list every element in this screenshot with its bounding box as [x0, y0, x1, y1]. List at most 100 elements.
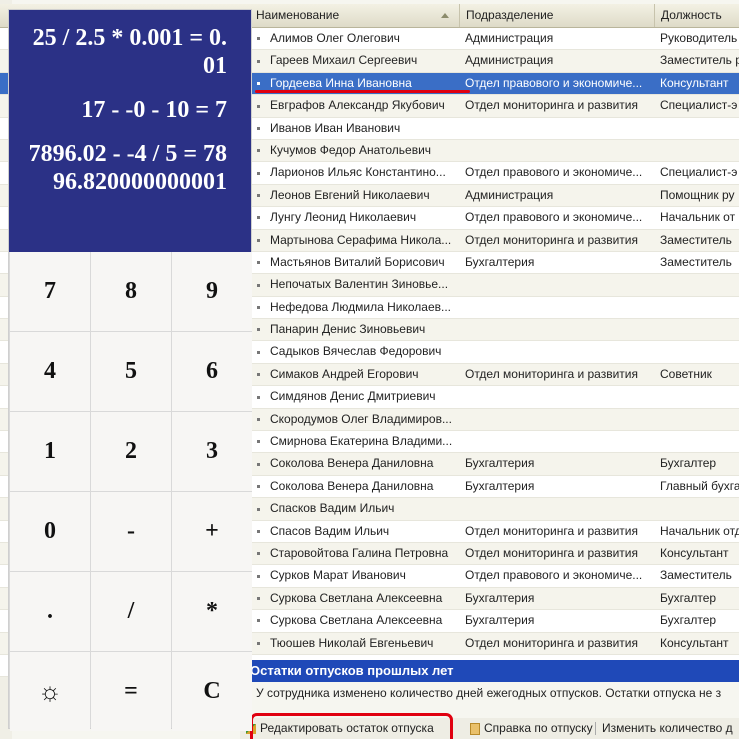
cell-department: Бухгалтерия — [465, 590, 535, 605]
cell-position: Специалист-э — [660, 98, 738, 113]
row-marker-icon — [251, 409, 265, 430]
key-multiply[interactable]: * — [172, 572, 252, 651]
row-marker-icon — [251, 252, 265, 273]
column-header-department-label: Подразделение — [466, 8, 554, 22]
cell-name: Симдянов Денис Дмитриевич — [270, 389, 436, 404]
cell-name: Старовойтова Галина Петровна — [270, 545, 449, 560]
cell-name: Спасков Вадим Ильич — [270, 501, 395, 516]
row-marker-icon — [251, 118, 265, 139]
key-0[interactable]: 0 — [10, 492, 90, 571]
cell-department — [465, 319, 653, 340]
cell-position — [660, 409, 739, 430]
key-plus[interactable]: + — [172, 492, 252, 571]
row-marker-icon — [251, 162, 265, 183]
key-minus[interactable]: - — [91, 492, 171, 571]
row-marker-icon — [251, 207, 265, 228]
change-days-button[interactable]: Изменить количество д — [602, 718, 733, 739]
row-marker-icon — [251, 230, 265, 251]
cell-department — [465, 274, 653, 295]
column-header-department[interactable]: Подразделение — [460, 4, 655, 27]
cell-position: Заместитель р — [660, 53, 739, 68]
column-header-name[interactable]: Наименование — [250, 4, 460, 27]
cell-department — [465, 431, 653, 452]
row-marker-icon — [251, 28, 265, 49]
cell-name: Спасов Вадим Ильич — [270, 523, 390, 538]
cell-name: Суркова Светлана Алексеевна — [270, 590, 443, 605]
cell-name: Соколова Венера Даниловна — [270, 478, 434, 493]
row-marker-icon — [251, 95, 265, 116]
cell-department: Бухгалтерия — [465, 478, 535, 493]
row-marker-icon — [251, 431, 265, 452]
key-6[interactable]: 6 — [172, 332, 252, 411]
cell-department: Бухгалтерия — [465, 456, 535, 471]
cell-department — [465, 409, 653, 430]
cell-name: Евграфов Александр Якубович — [270, 98, 445, 113]
cell-position — [660, 118, 739, 139]
row-marker-icon — [251, 565, 265, 586]
row-marker-icon — [251, 543, 265, 564]
cell-position: Заместитель — [660, 568, 732, 583]
cell-department — [465, 498, 653, 519]
cell-department: Отдел мониторинга и развития — [465, 366, 638, 381]
key-2[interactable]: 2 — [91, 412, 171, 491]
key-8[interactable]: 8 — [91, 252, 171, 331]
key-9[interactable]: 9 — [172, 252, 252, 331]
cell-position: Помощник ру — [660, 187, 735, 202]
cell-position — [660, 386, 739, 407]
cell-name: Кучумов Федор Анатольевич — [270, 142, 432, 157]
row-marker-icon — [251, 50, 265, 71]
cell-name: Панарин Денис Зиновьевич — [270, 322, 426, 337]
cell-position — [660, 431, 739, 452]
history-line: 25 / 2.5 * 0.001 = 0.01 — [32, 25, 227, 79]
column-header-position[interactable]: Должность — [655, 4, 739, 27]
cell-name: Алимов Олег Олегович — [270, 31, 400, 45]
row-marker-icon — [251, 185, 265, 206]
column-header-name-label: Наименование — [256, 8, 340, 22]
key-decimal-point[interactable]: . — [10, 572, 90, 651]
cell-name: Суркова Светлана Алексеевна — [270, 613, 443, 628]
cell-name: Тюошев Николай Евгеньевич — [270, 635, 434, 650]
sort-ascending-icon — [441, 13, 449, 18]
row-marker-icon — [251, 341, 265, 362]
cell-position: Консультант — [660, 75, 729, 90]
calculator-keypad: 7 8 9 4 5 6 1 2 3 0 - + . / * ☼ = C — [9, 252, 252, 731]
key-1[interactable]: 1 — [10, 412, 90, 491]
vacation-help-button[interactable]: Справка по отпуску — [470, 718, 593, 739]
cell-name: Садыков Вячеслав Федорович — [270, 344, 442, 359]
key-3[interactable]: 3 — [172, 412, 252, 491]
cell-position: Бухгалтер — [660, 456, 717, 471]
row-marker-icon — [251, 319, 265, 340]
key-divide[interactable]: / — [91, 572, 171, 651]
cell-name: Сурков Марат Иванович — [270, 568, 406, 583]
row-marker-icon — [251, 476, 265, 497]
key-clear[interactable]: C — [172, 652, 252, 731]
theme-toggle-sun-icon[interactable]: ☼ — [10, 652, 90, 731]
cell-department: Отдел мониторинга и развития — [465, 523, 638, 538]
cell-department: Администрация — [465, 31, 554, 45]
key-7[interactable]: 7 — [10, 252, 90, 331]
row-marker-icon — [251, 140, 265, 161]
cell-position — [660, 274, 739, 295]
cell-department — [465, 341, 653, 362]
cell-position: Специалист-э — [660, 165, 738, 180]
cell-position — [660, 319, 739, 340]
vacation-balance-panel-title: Остатки отпусков прошлых лет — [240, 660, 739, 682]
history-line: 17 - -0 - 10 = 7 — [81, 97, 227, 123]
cell-department — [465, 297, 653, 318]
cell-position: Начальник отд — [660, 523, 739, 538]
row-marker-icon — [251, 498, 265, 519]
row-marker-icon — [251, 386, 265, 407]
cell-department: Администрация — [465, 187, 554, 202]
key-4[interactable]: 4 — [10, 332, 90, 411]
cell-name: Гареев Михаил Сергеевич — [270, 53, 418, 68]
calculator: 25 / 2.5 * 0.001 = 0.01 17 - -0 - 10 = 7… — [8, 9, 252, 731]
cell-name: Иванов Иван Иванович — [270, 120, 401, 135]
row-marker-icon — [251, 297, 265, 318]
key-5[interactable]: 5 — [91, 332, 171, 411]
column-header-position-label: Должность — [661, 8, 722, 22]
key-equals[interactable]: = — [91, 652, 171, 731]
row-marker-icon — [251, 453, 265, 474]
toolbar-separator — [595, 722, 596, 735]
cell-position: Начальник от — [660, 210, 736, 225]
cell-position: Главный бухга — [660, 478, 739, 493]
